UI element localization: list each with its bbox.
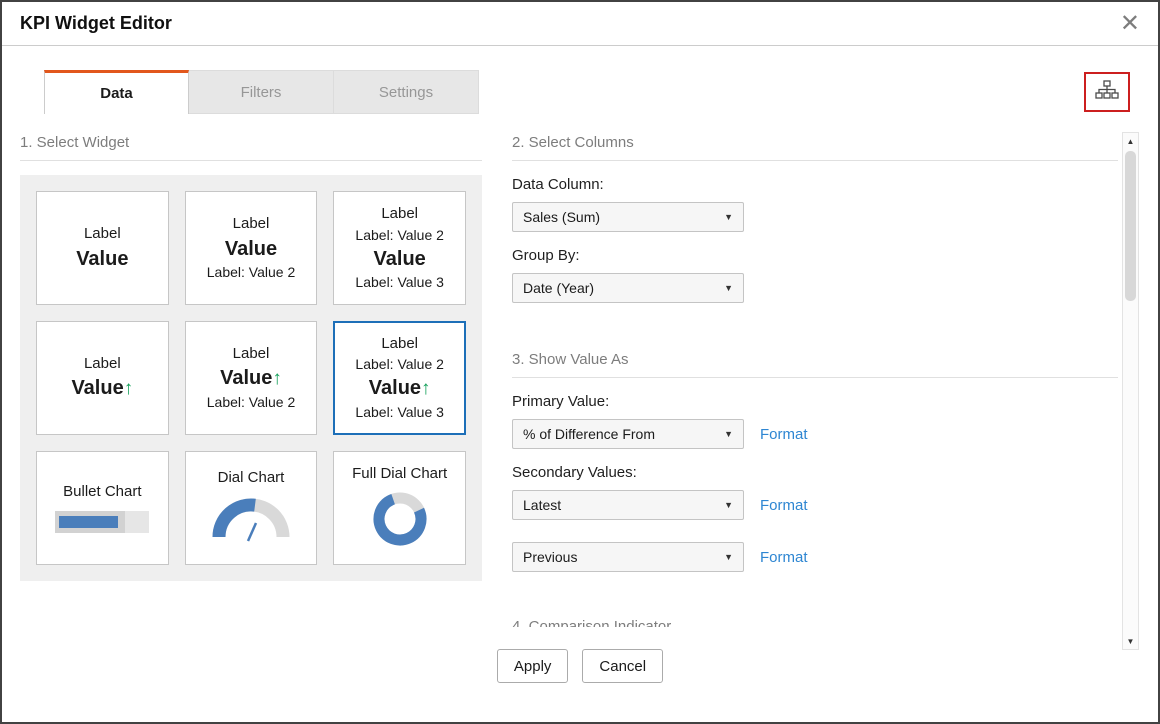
- widget-card-line: Label: Value 2: [355, 226, 443, 245]
- group-by-label: Group By:: [512, 247, 1118, 264]
- widget-card-line: Label: Value 3: [355, 273, 443, 292]
- columns-panel: 2. Select Columns Data Column: Sales (Su…: [512, 134, 1118, 630]
- org-chart-icon: [1095, 80, 1119, 105]
- primary-format-link[interactable]: Format: [760, 426, 808, 443]
- dialog-footer: Apply Cancel: [2, 630, 1158, 702]
- secondary-format-link-1[interactable]: Format: [760, 497, 808, 514]
- bullet-chart-graphic: [55, 511, 149, 533]
- widget-card-line: Label: Value 2: [355, 355, 443, 374]
- tab-bar: Data Filters Settings: [2, 70, 1158, 114]
- cancel-button[interactable]: Cancel: [582, 649, 663, 683]
- group-by-select[interactable]: Date (Year) ▼: [512, 273, 744, 303]
- select-widget-panel: 1. Select Widget Label Value Label Value…: [20, 134, 482, 630]
- widget-card-full-dial-chart[interactable]: Full Dial Chart: [333, 451, 466, 565]
- widget-card-line: Label: [233, 344, 270, 364]
- widget-card-line: Label: Value 3: [355, 403, 443, 422]
- scrollbar-track[interactable]: [1123, 149, 1138, 633]
- widget-card-line: Label: [233, 214, 270, 234]
- widget-card-title: Dial Chart: [218, 469, 285, 486]
- secondary-value-1-select[interactable]: Latest ▼: [512, 490, 744, 520]
- group-by-value: Date (Year): [523, 280, 594, 296]
- secondary-value-2-select[interactable]: Previous ▼: [512, 542, 744, 572]
- widget-card-line: Label: Value 2: [207, 263, 295, 282]
- widget-card-bullet-chart[interactable]: Bullet Chart: [36, 451, 169, 565]
- widget-card-line: Value↑: [220, 365, 282, 392]
- secondary-format-link-2[interactable]: Format: [760, 549, 808, 566]
- secondary-value-2: Previous: [523, 549, 577, 565]
- widget-card-line: Value: [76, 246, 128, 272]
- close-icon[interactable]: ✕: [1120, 12, 1140, 36]
- widget-card-title: Full Dial Chart: [352, 465, 447, 482]
- secondary-value-1: Latest: [523, 497, 561, 513]
- chevron-down-icon: ▼: [724, 552, 733, 562]
- data-column-label: Data Column:: [512, 176, 1118, 193]
- titlebar: KPI Widget Editor ✕: [2, 2, 1158, 46]
- chevron-down-icon: ▼: [724, 212, 733, 222]
- widget-card-value-arrow-sub[interactable]: Label Value↑ Label: Value 2: [185, 321, 318, 435]
- widget-card-line: Label: [84, 224, 121, 244]
- widget-card-value-sub[interactable]: Label Value Label: Value 2: [185, 191, 318, 305]
- show-value-as-heading: 3. Show Value As: [512, 351, 1118, 378]
- widget-card-line: Label: [381, 204, 418, 224]
- select-widget-heading: 1. Select Widget: [20, 134, 482, 161]
- widget-card-value-arrow-two-subs-selected[interactable]: Label Label: Value 2 Value↑ Label: Value…: [333, 321, 466, 435]
- widget-tree-button[interactable]: [1084, 72, 1130, 112]
- primary-value-value: % of Difference From: [523, 426, 655, 442]
- tab-data[interactable]: Data: [44, 70, 189, 114]
- secondary-values-label: Secondary Values:: [512, 464, 1118, 481]
- select-columns-heading: 2. Select Columns: [512, 134, 1118, 161]
- chevron-down-icon: ▼: [724, 500, 733, 510]
- vertical-scrollbar[interactable]: ▲ ▼: [1122, 132, 1139, 650]
- tab-settings[interactable]: Settings: [334, 70, 479, 114]
- widget-card-line: Value↑: [369, 375, 431, 402]
- comparison-indicator-heading-cutoff: 4. Comparison Indicator: [512, 618, 1118, 627]
- widget-card-line: Label: [84, 354, 121, 374]
- chevron-down-icon: ▼: [724, 429, 733, 439]
- widget-card-line: Value↑: [71, 375, 133, 402]
- primary-value-label: Primary Value:: [512, 393, 1118, 410]
- chevron-down-icon: ▼: [724, 283, 733, 293]
- tab-filters[interactable]: Filters: [189, 70, 334, 114]
- widget-card-line: Value: [225, 236, 277, 262]
- up-arrow-icon: ↑: [124, 378, 134, 399]
- data-column-value: Sales (Sum): [523, 209, 600, 225]
- widget-card-line: Label: [381, 334, 418, 354]
- apply-button[interactable]: Apply: [497, 649, 569, 683]
- primary-value-select[interactable]: % of Difference From ▼: [512, 419, 744, 449]
- widget-card-value-two-subs[interactable]: Label Label: Value 2 Value Label: Value …: [333, 191, 466, 305]
- widget-card-title: Bullet Chart: [63, 483, 141, 500]
- scrollbar-thumb[interactable]: [1125, 151, 1136, 301]
- dialog-content: 1. Select Widget Label Value Label Value…: [2, 114, 1158, 630]
- full-dial-chart-graphic: [372, 491, 428, 552]
- scroll-up-icon[interactable]: ▲: [1123, 133, 1138, 149]
- dialog-title: KPI Widget Editor: [20, 13, 172, 34]
- widget-card-value-arrow[interactable]: Label Value↑: [36, 321, 169, 435]
- up-arrow-icon: ↑: [272, 368, 282, 389]
- widget-grid: Label Value Label Value Label: Value 2 L…: [20, 175, 482, 581]
- widget-card-line: Label: Value 2: [207, 393, 295, 412]
- widget-card-label-value[interactable]: Label Value: [36, 191, 169, 305]
- data-column-select[interactable]: Sales (Sum) ▼: [512, 202, 744, 232]
- up-arrow-icon: ↑: [421, 378, 431, 399]
- widget-card-line: Value: [374, 246, 426, 272]
- dial-chart-graphic: [211, 495, 291, 548]
- scroll-down-icon[interactable]: ▼: [1123, 633, 1138, 649]
- widget-card-dial-chart[interactable]: Dial Chart: [185, 451, 318, 565]
- kpi-widget-editor-dialog: KPI Widget Editor ✕ Data Filters Setting…: [0, 0, 1160, 724]
